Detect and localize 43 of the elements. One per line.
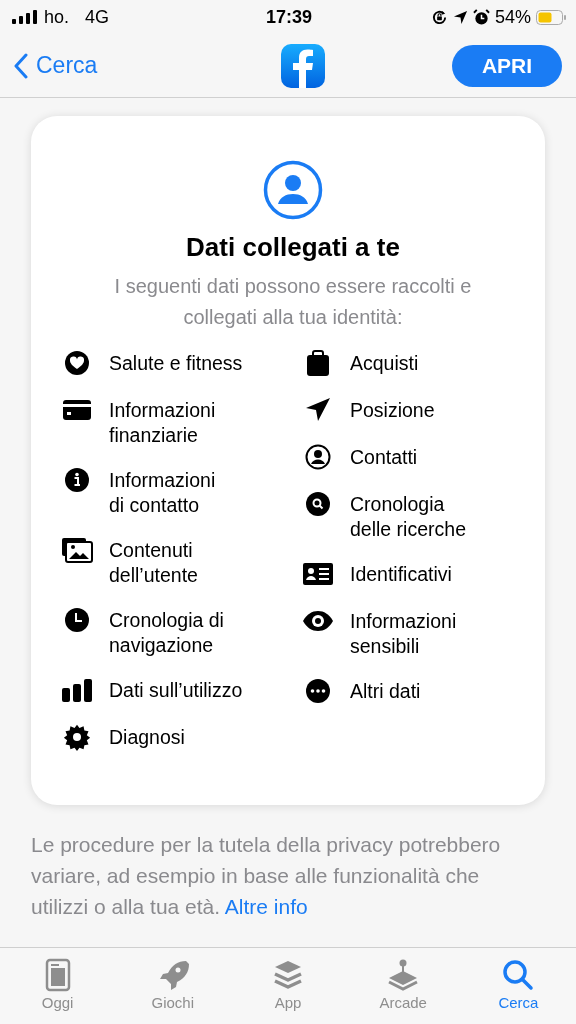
more-info-link[interactable]: Altre info xyxy=(224,895,308,918)
network-type: 4G xyxy=(85,6,110,28)
data-category: Diagnosi xyxy=(109,725,185,750)
tab-item[interactable]: Arcade xyxy=(345,948,461,1024)
data-category: Contenuti dell’utente xyxy=(109,538,198,587)
data-category: Cronologia delle ricerche xyxy=(350,492,466,541)
data-category: Posizione xyxy=(350,398,435,423)
tab-item[interactable]: Cerca xyxy=(460,948,576,1024)
signal-icon xyxy=(12,10,38,24)
rotation-lock-icon xyxy=(430,8,448,26)
data-category: Acquisti xyxy=(350,351,419,376)
data-category: Salute e fitness xyxy=(109,351,243,376)
search-icon xyxy=(501,958,536,992)
status-time: 17:39 xyxy=(265,6,312,28)
data-category: Altri dati xyxy=(350,679,421,704)
photos-icon xyxy=(61,536,93,564)
battery-percent: 54% xyxy=(494,6,531,28)
data-category: Cronologia di navigazione xyxy=(109,608,224,657)
bar-chart-icon xyxy=(61,676,93,704)
data-category: Informazioni finanziarie xyxy=(109,398,216,447)
data-category: Dati sull’utilizzo xyxy=(109,678,243,703)
privacy-note: Le procedure per la tutela della privacy potrebbero variare, ad esempio in base alle funzionalità che utilizzi o alla tua età. Altre info xyxy=(31,832,502,920)
app-logo-icon xyxy=(281,43,325,88)
card-title: Dati collegati a te xyxy=(186,232,400,263)
data-category: Informazioni di contatto xyxy=(109,468,216,517)
user-circle-icon xyxy=(263,160,323,220)
carrier-name: ho. xyxy=(44,6,70,28)
chevron-left-icon xyxy=(14,52,28,79)
tab-item[interactable]: Oggi xyxy=(0,948,116,1024)
battery-icon xyxy=(536,9,566,25)
open-button[interactable]: APRI xyxy=(452,44,562,87)
tab-item[interactable]: Giochi xyxy=(115,948,231,1024)
tab-item[interactable]: App xyxy=(230,948,346,1024)
settings-icon xyxy=(61,723,93,751)
id-card-icon xyxy=(302,560,334,588)
layers-icon xyxy=(271,958,305,992)
card-subtitle: I seguenti dati possono essere raccolti e collegati alla tua identità: xyxy=(113,274,473,330)
data-category: Contatti xyxy=(350,445,418,470)
data-category: Identificativi xyxy=(350,562,452,587)
location-arrow-icon xyxy=(452,9,468,25)
back-link[interactable]: Cerca xyxy=(14,52,154,79)
alarm-clock-icon xyxy=(472,8,490,26)
data-category: Informazioni sensibili xyxy=(350,609,457,658)
